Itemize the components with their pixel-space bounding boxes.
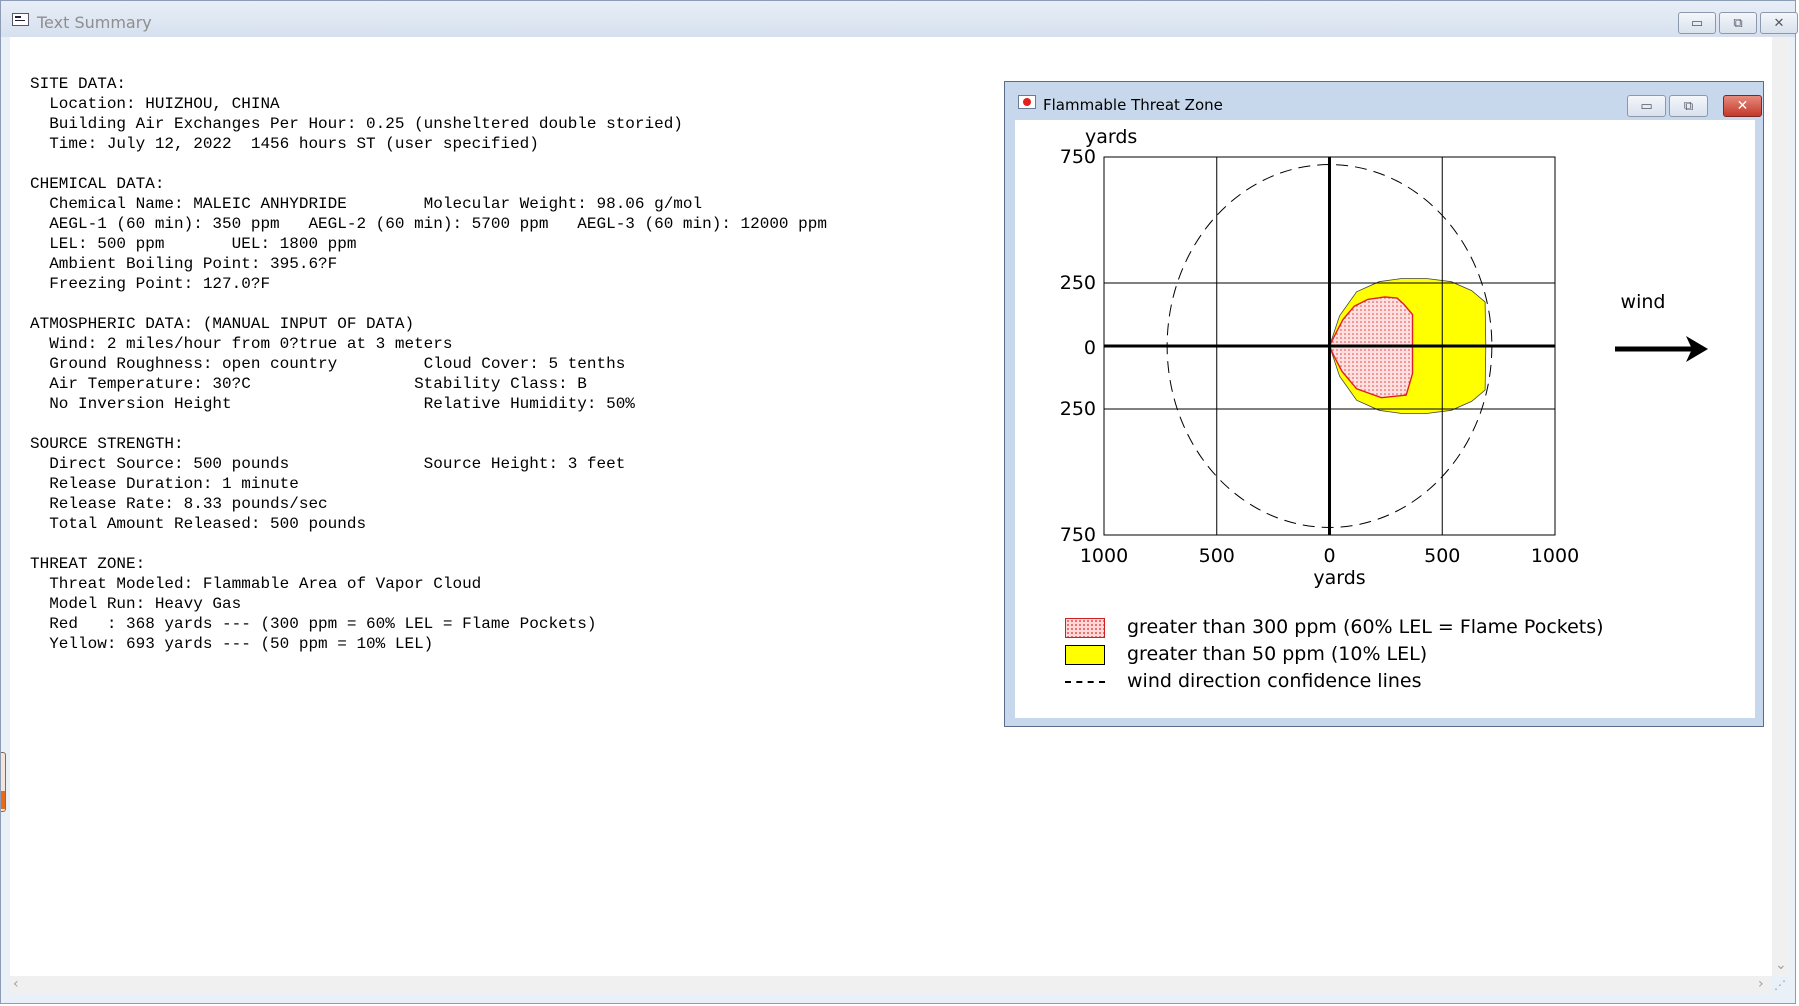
x-tick-label: 1000 bbox=[1080, 545, 1128, 567]
legend-label-yellow-zone: greater than 50 ppm (10% LEL) bbox=[1127, 643, 1428, 665]
threat-restore-button[interactable]: ⧉ bbox=[1669, 95, 1708, 117]
window-title: Text Summary bbox=[37, 13, 152, 32]
x-tick-label: 500 bbox=[1199, 545, 1235, 567]
restore-button[interactable]: ⧉ bbox=[1719, 12, 1757, 34]
summary-line: ATMOSPHERIC DATA: (MANUAL INPUT OF DATA) bbox=[30, 315, 415, 333]
y-tick-label: 750 bbox=[1060, 146, 1096, 168]
summary-line bbox=[30, 294, 827, 314]
threat-zone-plot-area: 1000 500 0 500 1000 750 250 0 250 750 yards yards wi… bbox=[1015, 120, 1755, 718]
summary-line: SOURCE STRENGTH: bbox=[30, 435, 184, 453]
horizontal-scrollbar[interactable]: ‹ › bbox=[10, 976, 1772, 994]
summary-line: CHEMICAL DATA: bbox=[30, 175, 165, 193]
x-tick-label: 1000 bbox=[1531, 545, 1579, 567]
wind-label: wind bbox=[1621, 291, 1666, 313]
summary-line: Total Amount Released: 500 pounds bbox=[30, 515, 367, 533]
flammable-threat-zone-window: Flammable Threat Zone ▭ ⧉ ✕ 1000 500 0 500 1… bbox=[1004, 81, 1764, 727]
summary-line: LEL: 500 ppm UEL: 1800 ppm bbox=[30, 235, 357, 253]
yellow-zone-swatch bbox=[1065, 645, 1105, 665]
threat-zone-icon[interactable] bbox=[1018, 95, 1036, 109]
y-tick-label: 0 bbox=[1084, 337, 1096, 359]
summary-line: Wind: 2 miles/hour from 0?true at 3 mete… bbox=[30, 335, 453, 353]
vertical-scrollbar[interactable]: ⌄ bbox=[1772, 37, 1790, 976]
x-axis-label: yards bbox=[1313, 567, 1365, 589]
summary-text: SITE DATA: Location: HUIZHOU, CHINA Buil… bbox=[30, 74, 827, 654]
legend-label-red-zone: greater than 300 ppm (60% LEL = Flame Po… bbox=[1127, 616, 1604, 638]
red-zone-swatch bbox=[1065, 618, 1105, 638]
summary-line: AEGL-1 (60 min): 350 ppm AEGL-2 (60 min)… bbox=[30, 215, 827, 233]
dashed-line-swatch bbox=[1065, 681, 1105, 683]
scroll-left-arrow-icon[interactable]: ‹ bbox=[13, 976, 19, 992]
summary-line: SITE DATA: bbox=[30, 75, 127, 93]
summary-line: Ground Roughness: open country Cloud Cov… bbox=[30, 355, 626, 373]
summary-line: No Inversion Height Relative Humidity: 5… bbox=[30, 395, 635, 413]
y-tick-label: 250 bbox=[1060, 398, 1096, 420]
threat-minimize-button[interactable]: ▭ bbox=[1627, 95, 1666, 117]
x-tick-label: 500 bbox=[1424, 545, 1460, 567]
summary-line bbox=[30, 414, 827, 434]
summary-line: Model Run: Heavy Gas bbox=[30, 595, 242, 613]
summary-line: Time: July 12, 2022 1456 hours ST (user … bbox=[30, 135, 539, 153]
close-button[interactable]: ✕ bbox=[1760, 12, 1798, 34]
summary-line: THREAT ZONE: bbox=[30, 555, 146, 573]
resize-grip-icon[interactable]: ⋰ bbox=[1774, 978, 1786, 992]
window-app-icon[interactable] bbox=[12, 13, 29, 26]
y-tick-label: 250 bbox=[1060, 272, 1096, 294]
legend-label-confidence-lines: wind direction confidence lines bbox=[1127, 670, 1422, 692]
summary-line: Location: HUIZHOU, CHINA bbox=[30, 95, 280, 113]
summary-line: Red : 368 yards --- (300 ppm = 60% LEL =… bbox=[30, 615, 597, 633]
summary-line: Building Air Exchanges Per Hour: 0.25 (u… bbox=[30, 115, 683, 133]
minimize-button[interactable]: ▭ bbox=[1678, 12, 1716, 34]
threat-window-title: Flammable Threat Zone bbox=[1043, 96, 1223, 114]
title-bar[interactable]: Text Summary ▭ ⧉ ✕ bbox=[1, 1, 1798, 37]
summary-line: Ambient Boiling Point: 395.6?F bbox=[30, 255, 338, 273]
x-tick-label: 0 bbox=[1323, 545, 1335, 567]
scroll-right-arrow-icon[interactable]: › bbox=[1758, 976, 1764, 992]
y-axis-label: yards bbox=[1085, 126, 1137, 148]
summary-line bbox=[30, 534, 827, 554]
summary-line: Direct Source: 500 pounds Source Height:… bbox=[30, 455, 626, 473]
threat-title-bar[interactable]: Flammable Threat Zone ▭ ⧉ ✕ bbox=[1005, 82, 1763, 118]
scroll-down-arrow-icon[interactable]: ⌄ bbox=[1775, 957, 1787, 973]
summary-line: Air Temperature: 30?C Stability Class: B bbox=[30, 375, 587, 393]
side-panel-tab[interactable] bbox=[1, 752, 6, 812]
text-summary-window: Text Summary ▭ ⧉ ✕ SITE DATA: Location: … bbox=[0, 0, 1798, 1004]
summary-line: Release Duration: 1 minute bbox=[30, 475, 299, 493]
summary-line: Freezing Point: 127.0?F bbox=[30, 275, 271, 293]
summary-line: Release Rate: 8.33 pounds/sec bbox=[30, 495, 328, 513]
summary-line: Threat Modeled: Flammable Area of Vapor … bbox=[30, 575, 482, 593]
summary-line: Chemical Name: MALEIC ANHYDRIDE Molecula… bbox=[30, 195, 703, 213]
summary-line: Yellow: 693 yards --- (50 ppm = 10% LEL) bbox=[30, 635, 434, 653]
threat-close-button[interactable]: ✕ bbox=[1723, 95, 1762, 117]
summary-line bbox=[30, 154, 827, 174]
y-tick-label: 750 bbox=[1060, 524, 1096, 546]
